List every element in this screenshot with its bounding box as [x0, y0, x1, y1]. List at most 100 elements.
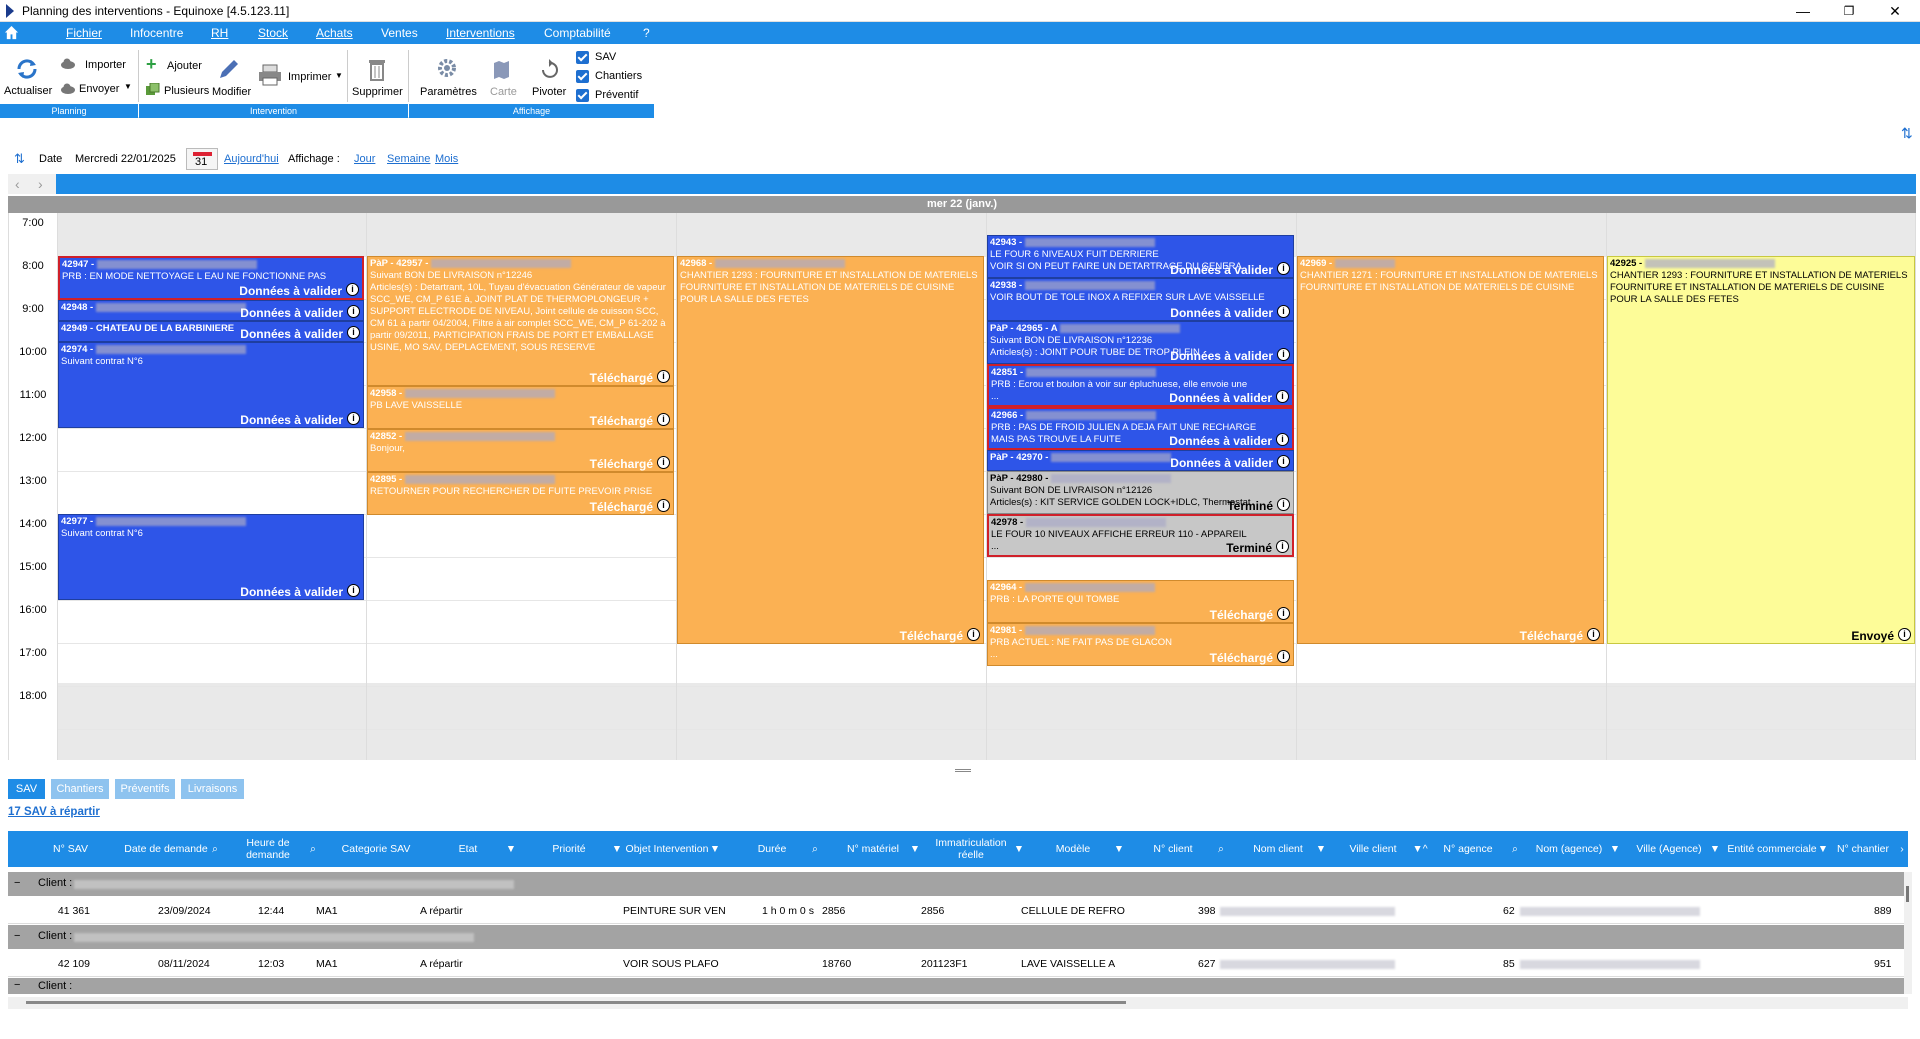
- modifier-button[interactable]: Modifier: [212, 86, 251, 98]
- tab-preventifs[interactable]: Préventifs: [115, 779, 175, 799]
- event-card[interactable]: 42925 - CHANTIER 1293 : FOURNITURE ET IN…: [1607, 256, 1915, 644]
- sav-checkbox[interactable]: [576, 51, 589, 64]
- col-nagence[interactable]: N° agence: [1428, 831, 1508, 867]
- today-link[interactable]: Aujourd'hui: [224, 153, 279, 165]
- minimize-button[interactable]: —: [1780, 0, 1826, 22]
- actualiser-button[interactable]: Actualiser: [4, 85, 52, 97]
- event-card[interactable]: 42978 - LE FOUR 10 NIVEAUX AFFICHE ERREU…: [987, 514, 1294, 557]
- group-row[interactable]: − Client :: [8, 978, 1908, 994]
- col-entite[interactable]: Entité commerciale: [1722, 831, 1822, 867]
- search-icon[interactable]: ⌕: [306, 831, 320, 867]
- filter-icon[interactable]: ▼: [1708, 831, 1722, 867]
- menu-rh[interactable]: RH: [211, 26, 228, 40]
- view-jour-link[interactable]: Jour: [354, 153, 375, 165]
- event-card[interactable]: 42964 - PRB : LA PORTE QUI TOMBE Téléchar…: [987, 580, 1294, 623]
- menu-infocentre[interactable]: Infocentre: [130, 26, 183, 40]
- filter-icon[interactable]: ▼: [708, 831, 722, 867]
- col-nclient[interactable]: N° client: [1128, 831, 1218, 867]
- tab-sav[interactable]: SAV: [8, 779, 45, 799]
- col-nchantier[interactable]: N° chantier: [1828, 831, 1898, 867]
- event-card[interactable]: 42938 - VOIR BOUT DE TOLE INOX A REFIXER…: [987, 278, 1294, 321]
- col-ville-client[interactable]: Ville client: [1328, 831, 1418, 867]
- event-card[interactable]: 42977 - Suivant contrat N°6 Données à val…: [58, 514, 364, 600]
- date-value[interactable]: Mercredi 22/01/2025: [75, 153, 176, 165]
- splitter-handle[interactable]: [955, 769, 971, 772]
- vertical-scrollbar[interactable]: [1904, 872, 1912, 994]
- col-nom-agence[interactable]: Nom (agence): [1524, 831, 1614, 867]
- event-card[interactable]: 42852 - Bonjour, Téléchargé i: [367, 429, 674, 472]
- event-card[interactable]: PàP - 42980 - Suivant BON DE LIVRAISON n…: [987, 471, 1294, 514]
- search-icon[interactable]: ⌕: [208, 831, 222, 867]
- col-modele[interactable]: Modèle: [1028, 831, 1118, 867]
- menu-fichier[interactable]: Fichier: [66, 26, 102, 40]
- view-mois-link[interactable]: Mois: [435, 153, 458, 165]
- col-nmateriel[interactable]: N° matériel: [828, 831, 918, 867]
- group-row[interactable]: − Client :: [8, 925, 1908, 949]
- filter-icon[interactable]: ▼: [1314, 831, 1328, 867]
- filter-sort-icon[interactable]: ▼^: [1410, 831, 1430, 867]
- sort-toggle-icon[interactable]: ⇅: [14, 151, 25, 167]
- event-card[interactable]: 42947 - PRB : EN MODE NETTOYAGE L EAU NE…: [58, 256, 364, 300]
- horizontal-scrollbar[interactable]: [8, 997, 1908, 1009]
- event-card[interactable]: PàP - 42970 - Données à valider i: [987, 450, 1294, 471]
- event-card[interactable]: PàP - 42965 - A Suivant BON DE LIVRAISON…: [987, 321, 1294, 364]
- tab-chantiers[interactable]: Chantiers: [51, 779, 109, 799]
- menu-comptabilite[interactable]: Comptabilité: [544, 26, 611, 40]
- close-button[interactable]: ✕: [1872, 0, 1918, 22]
- event-card[interactable]: PàP - 42957 - Suivant BON DE LIVRAISON n…: [367, 256, 674, 386]
- event-card[interactable]: 42966 - PRB : PAS DE FROID JULIEN A DEJA…: [987, 407, 1294, 450]
- envoyer-dropdown-icon[interactable]: ▼: [124, 82, 132, 91]
- event-card[interactable]: 42969 - CHANTIER 1271 : FOURNITURE ET IN…: [1297, 256, 1604, 644]
- table-row[interactable]: 41 361 23/09/2024 12:44 MA1 A répartir P…: [8, 898, 1908, 924]
- event-card[interactable]: 42949 - CHATEAU DE LA BARBINIERE Données …: [58, 321, 364, 342]
- event-card[interactable]: 42968 - CHANTIER 1293 : FOURNITURE ET IN…: [677, 256, 984, 644]
- filter-icon[interactable]: ▼: [1012, 831, 1026, 867]
- event-card[interactable]: 42851 - PRB : Ecrou et boulon à voir sur…: [987, 364, 1294, 407]
- next-arrow-icon[interactable]: ›: [38, 176, 43, 192]
- search-icon[interactable]: ⌕: [1508, 831, 1522, 867]
- home-icon[interactable]: [4, 25, 19, 40]
- calendar-picker[interactable]: 31: [186, 148, 218, 170]
- col-duree[interactable]: Durée: [732, 831, 812, 867]
- sav-count-link[interactable]: 17 SAV à répartir: [8, 806, 100, 818]
- event-card[interactable]: 42958 - PB LAVE VAISSELLE Téléchargé i: [367, 386, 674, 429]
- supprimer-button[interactable]: Supprimer: [352, 86, 403, 98]
- imprimer-button[interactable]: Imprimer: [288, 71, 331, 83]
- col-nom-client[interactable]: Nom client: [1228, 831, 1328, 867]
- preventif-checkbox[interactable]: [576, 89, 589, 102]
- filter-icon[interactable]: ▼: [504, 831, 518, 867]
- refresh-icon[interactable]: [14, 56, 40, 82]
- tab-livraisons[interactable]: Livraisons: [181, 779, 244, 799]
- menu-ventes[interactable]: Ventes: [381, 26, 418, 40]
- view-semaine-link[interactable]: Semaine: [387, 153, 430, 165]
- event-card[interactable]: 42974 - Suivant contrat N°6 Données à val…: [58, 342, 364, 428]
- scroll-right-icon[interactable]: ›: [1896, 831, 1908, 867]
- table-row[interactable]: 42 109 08/11/2024 12:03 MA1 A répartir V…: [8, 951, 1908, 977]
- event-card[interactable]: 42948 - Données à valider i: [58, 300, 364, 321]
- col-date-demande[interactable]: Date de demande: [116, 831, 216, 867]
- filter-icon[interactable]: ▼: [1608, 831, 1622, 867]
- event-card[interactable]: 42981 - PRB ACTUEL : NE FAIT PAS DE GLAC…: [987, 623, 1294, 666]
- col-etat[interactable]: Etat: [438, 831, 498, 867]
- filter-icon[interactable]: ▼: [908, 831, 922, 867]
- event-card[interactable]: 42943 - LE FOUR 6 NIVEAUX FUIT DERRIERE V…: [987, 235, 1294, 278]
- search-icon[interactable]: ⌕: [1214, 831, 1228, 867]
- envoyer-button[interactable]: Envoyer: [79, 83, 119, 95]
- group-row[interactable]: − Client :: [8, 872, 1908, 896]
- plusieurs-button[interactable]: Plusieurs: [164, 85, 209, 97]
- pivoter-button[interactable]: Pivoter: [532, 86, 566, 98]
- col-objet[interactable]: Objet Intervention: [622, 831, 712, 867]
- collapse-toggle-icon[interactable]: ⇅: [1901, 125, 1913, 142]
- parametres-button[interactable]: Paramètres: [420, 86, 477, 98]
- search-icon[interactable]: ⌕: [808, 831, 822, 867]
- col-nsav[interactable]: N° SAV: [28, 831, 113, 867]
- chantiers-checkbox[interactable]: [576, 70, 589, 83]
- event-card[interactable]: 42895 - RETOURNER POUR RECHERCHER DE FUI…: [367, 472, 674, 515]
- importer-button[interactable]: Importer: [85, 59, 126, 71]
- col-ville-agence[interactable]: Ville (Agence): [1624, 831, 1714, 867]
- imprimer-dropdown-icon[interactable]: ▼: [335, 71, 343, 80]
- col-immatriculation[interactable]: Immatriculation réelle: [926, 831, 1016, 867]
- col-heure-demande[interactable]: Heure de demande: [236, 831, 300, 867]
- menu-achats[interactable]: Achats: [316, 26, 353, 40]
- filter-icon[interactable]: ▼: [1112, 831, 1126, 867]
